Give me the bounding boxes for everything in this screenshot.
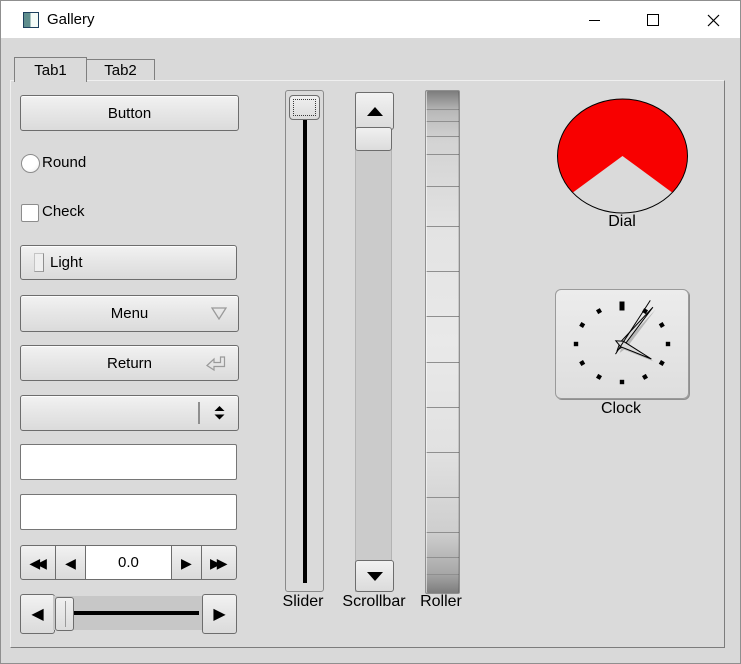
roller-widget[interactable] <box>425 90 460 594</box>
round-radio[interactable] <box>21 154 40 173</box>
counter-decrement-button[interactable]: ◀ <box>55 545 86 580</box>
hslider-thumb[interactable] <box>55 597 74 631</box>
button-widget-label: Button <box>107 104 152 122</box>
up-arrow-icon <box>366 106 383 116</box>
tab2-label: Tab2 <box>104 62 137 79</box>
scrollbar-caption: Scrollbar <box>342 593 406 610</box>
horizontal-slider-widget: ◀ ▶ <box>20 594 237 634</box>
right-arrow-icon: ▶ <box>181 554 192 571</box>
app-icon <box>23 12 39 28</box>
check-checkbox[interactable] <box>21 204 39 222</box>
counter-increment-button[interactable]: ▶ <box>171 545 202 580</box>
round-radio-label: Round <box>42 154 87 171</box>
gallery-window: Gallery Tab1 Tab2 Button Round Check Lig… <box>0 0 741 664</box>
tab-tab1[interactable]: Tab1 <box>14 57 87 82</box>
minimize-icon <box>588 19 600 21</box>
choice-divider <box>198 402 200 424</box>
dial-widget[interactable] <box>554 96 691 218</box>
counter-widget: ◀◀ ◀ 0.0 ▶ ▶▶ <box>20 545 237 580</box>
down-arrow-icon <box>366 571 383 581</box>
window-title: Gallery <box>47 11 95 28</box>
return-button[interactable]: Return <box>20 345 239 381</box>
close-button[interactable] <box>693 5 733 35</box>
hslider-left-arrow-icon: ◀ <box>31 606 44 623</box>
light-button[interactable]: Light <box>20 245 237 280</box>
light-indicator-icon <box>34 253 44 272</box>
clock-caption: Clock <box>600 400 641 417</box>
fast-right-arrows-icon: ▶▶ <box>210 554 227 571</box>
scrollbar-widget[interactable] <box>355 92 394 592</box>
slider-caption: Slider <box>282 593 324 610</box>
return-button-label: Return <box>106 354 153 372</box>
text-input-2[interactable] <box>20 494 237 530</box>
fast-left-arrows-icon: ◀◀ <box>29 554 46 571</box>
tab1-label: Tab1 <box>34 61 67 79</box>
clock-hand-shadows <box>618 309 656 362</box>
close-icon <box>707 14 719 26</box>
choice-dropdown[interactable] <box>20 395 239 431</box>
counter-value[interactable]: 0.0 <box>84 545 173 580</box>
check-checkbox-label: Check <box>42 203 85 220</box>
hslider-line <box>61 611 199 615</box>
text-input-1[interactable] <box>20 444 237 480</box>
button-widget[interactable]: Button <box>20 95 239 131</box>
minimize-button[interactable] <box>574 5 614 35</box>
maximize-button[interactable] <box>633 5 673 35</box>
maximize-icon <box>647 14 659 26</box>
hslider-right-arrow-icon: ▶ <box>213 606 226 623</box>
menu-button[interactable]: Menu <box>20 295 239 332</box>
menu-button-label: Menu <box>110 305 149 322</box>
counter-fast-decrement-button[interactable]: ◀◀ <box>20 545 57 580</box>
return-arrow-icon <box>206 356 226 372</box>
hslider-track[interactable] <box>53 596 204 631</box>
dial-caption: Dial <box>608 213 636 230</box>
vertical-slider[interactable] <box>285 90 324 592</box>
counter-fast-increment-button[interactable]: ▶▶ <box>200 545 237 580</box>
clock-widget <box>555 289 689 399</box>
hslider-right-button[interactable]: ▶ <box>202 594 237 634</box>
left-arrow-icon: ◀ <box>65 554 76 571</box>
tab-tab2[interactable]: Tab2 <box>86 59 155 81</box>
titlebar[interactable]: Gallery <box>1 1 740 38</box>
hslider-left-button[interactable]: ◀ <box>20 594 55 634</box>
clock-face <box>573 300 671 385</box>
scrollbar-thumb[interactable] <box>355 127 392 151</box>
vslider-thumb[interactable] <box>289 95 320 120</box>
vslider-line <box>302 99 307 583</box>
scrollbar-up-button[interactable] <box>355 92 394 130</box>
light-button-label: Light <box>50 254 83 271</box>
choice-updown-icon <box>214 406 225 420</box>
menu-dropdown-icon <box>211 307 227 320</box>
scrollbar-down-button[interactable] <box>355 560 394 592</box>
roller-caption: Roller <box>420 593 462 610</box>
